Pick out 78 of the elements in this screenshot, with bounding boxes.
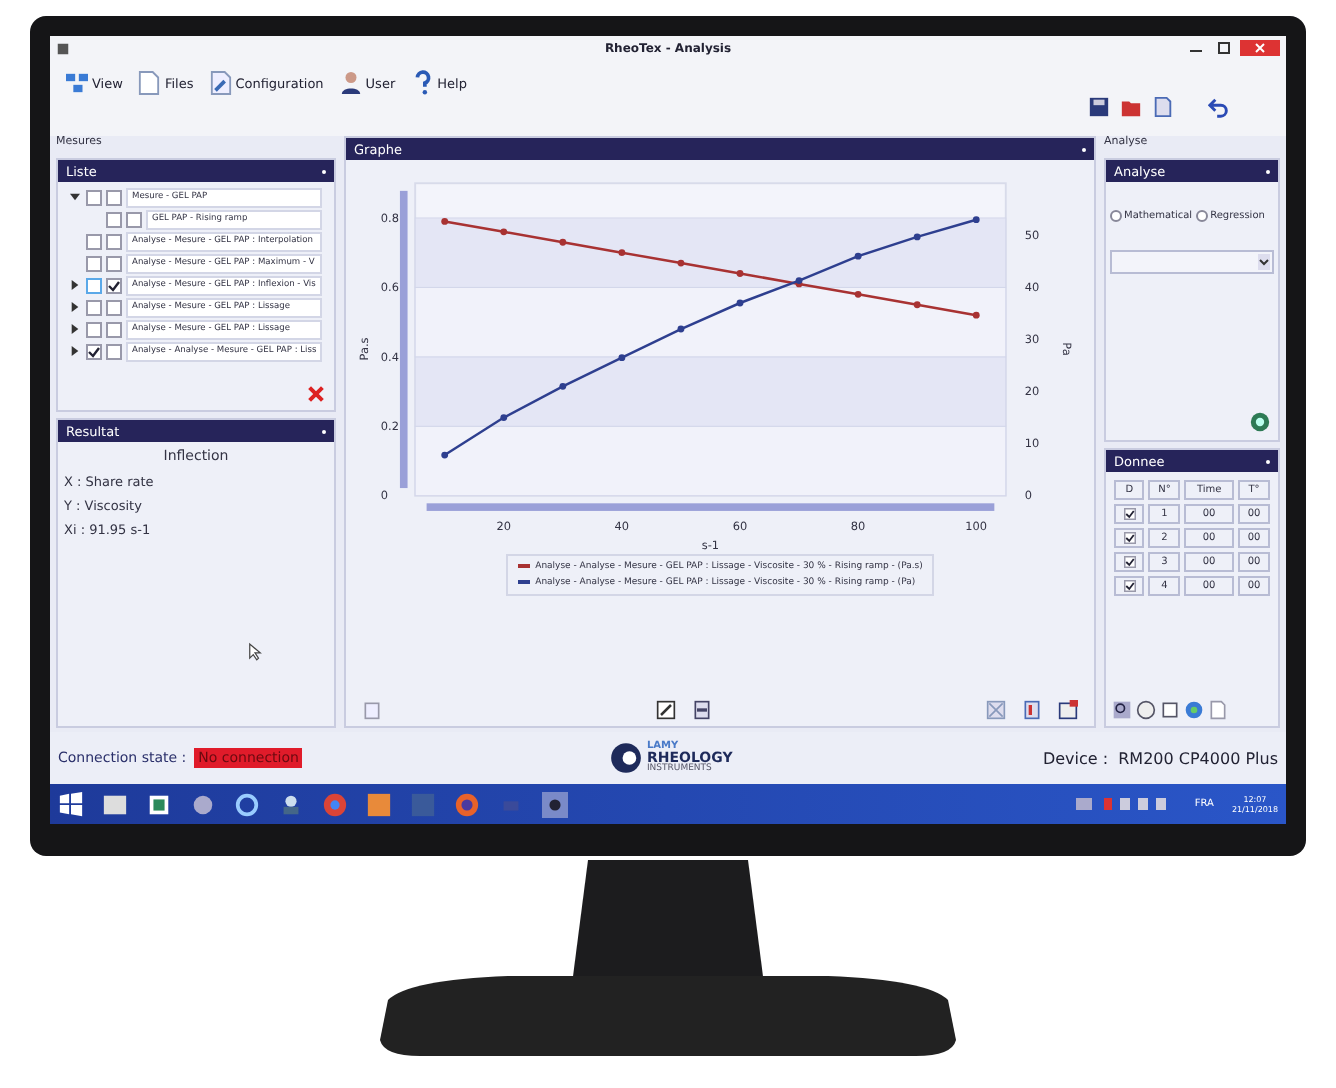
logo-icon bbox=[610, 742, 643, 774]
maximize-icon[interactable] bbox=[1212, 40, 1236, 56]
copy-icon[interactable] bbox=[1160, 700, 1180, 720]
document-wrench-icon bbox=[209, 70, 232, 96]
run-button[interactable] bbox=[1250, 412, 1270, 432]
collapse-arrow-icon[interactable] bbox=[69, 192, 79, 202]
point bbox=[618, 249, 626, 257]
delete-icon[interactable] bbox=[308, 386, 324, 402]
checkbox[interactable] bbox=[1123, 531, 1136, 544]
checkbox[interactable] bbox=[86, 343, 102, 359]
undo-icon[interactable] bbox=[1208, 96, 1230, 118]
point bbox=[854, 290, 862, 298]
app-icon[interactable] bbox=[278, 791, 304, 817]
point bbox=[913, 301, 921, 309]
point bbox=[441, 218, 449, 225]
app-icon[interactable] bbox=[146, 791, 172, 817]
expand-arrow-icon[interactable] bbox=[69, 302, 79, 312]
checkbox[interactable] bbox=[106, 321, 122, 337]
app-icon[interactable] bbox=[542, 791, 568, 817]
user-icon bbox=[339, 70, 362, 96]
point bbox=[677, 259, 685, 267]
checkbox[interactable] bbox=[106, 233, 122, 249]
point bbox=[972, 216, 980, 224]
point bbox=[500, 228, 508, 236]
checkbox[interactable] bbox=[126, 211, 142, 227]
document-icon[interactable] bbox=[1208, 700, 1228, 720]
browser-icon[interactable] bbox=[322, 791, 348, 817]
export-icon[interactable] bbox=[1058, 700, 1078, 720]
point bbox=[854, 252, 862, 260]
browser-icon[interactable] bbox=[454, 791, 480, 817]
checkbox[interactable] bbox=[86, 255, 102, 271]
checkbox[interactable] bbox=[86, 321, 102, 337]
expand-arrow-icon[interactable] bbox=[69, 346, 79, 356]
checkbox[interactable] bbox=[1123, 507, 1136, 520]
search-icon[interactable] bbox=[1112, 700, 1132, 720]
browser-icon[interactable] bbox=[234, 791, 260, 817]
expand-arrow-icon[interactable] bbox=[69, 280, 79, 290]
point bbox=[618, 354, 626, 362]
edit-icon[interactable] bbox=[656, 700, 676, 720]
document-icon bbox=[138, 70, 161, 96]
checkbox[interactable] bbox=[1123, 579, 1136, 592]
checkbox[interactable] bbox=[86, 299, 102, 315]
windows-icon[interactable] bbox=[58, 791, 84, 817]
app-icon[interactable] bbox=[190, 791, 216, 817]
checkbox[interactable] bbox=[86, 277, 102, 293]
checkbox[interactable] bbox=[106, 277, 122, 293]
checkbox[interactable] bbox=[106, 211, 122, 227]
help-icon bbox=[411, 70, 434, 96]
app-icon bbox=[56, 41, 70, 55]
point bbox=[913, 233, 921, 241]
document-icon[interactable] bbox=[1152, 96, 1174, 118]
folder-icon[interactable] bbox=[1120, 96, 1142, 118]
clipboard-icon[interactable] bbox=[362, 700, 382, 720]
close-icon[interactable] bbox=[1240, 40, 1280, 56]
checkbox[interactable] bbox=[106, 255, 122, 271]
expand-arrow-icon[interactable] bbox=[69, 324, 79, 334]
checkbox[interactable] bbox=[106, 343, 122, 359]
point bbox=[972, 311, 980, 319]
checkbox[interactable] bbox=[1123, 555, 1136, 568]
point bbox=[736, 299, 744, 307]
device-label: Device : RM200 CP4000 Plus bbox=[1042, 749, 1278, 767]
point bbox=[441, 451, 449, 459]
folder-icon[interactable] bbox=[102, 791, 128, 817]
mouse-pointer-icon bbox=[248, 642, 262, 662]
point bbox=[500, 414, 508, 421]
print-icon[interactable] bbox=[692, 700, 712, 720]
checkbox[interactable] bbox=[106, 189, 122, 205]
save-icon[interactable] bbox=[1088, 96, 1110, 118]
point bbox=[677, 325, 685, 333]
list-icon[interactable] bbox=[1022, 700, 1042, 720]
network-icon bbox=[66, 70, 88, 96]
point bbox=[559, 238, 567, 246]
checkbox[interactable] bbox=[106, 299, 122, 315]
dropdown-arrow-icon[interactable] bbox=[1258, 254, 1270, 270]
checkbox[interactable] bbox=[86, 233, 102, 249]
point bbox=[559, 382, 567, 390]
point bbox=[736, 270, 744, 277]
checkbox[interactable] bbox=[86, 189, 102, 205]
